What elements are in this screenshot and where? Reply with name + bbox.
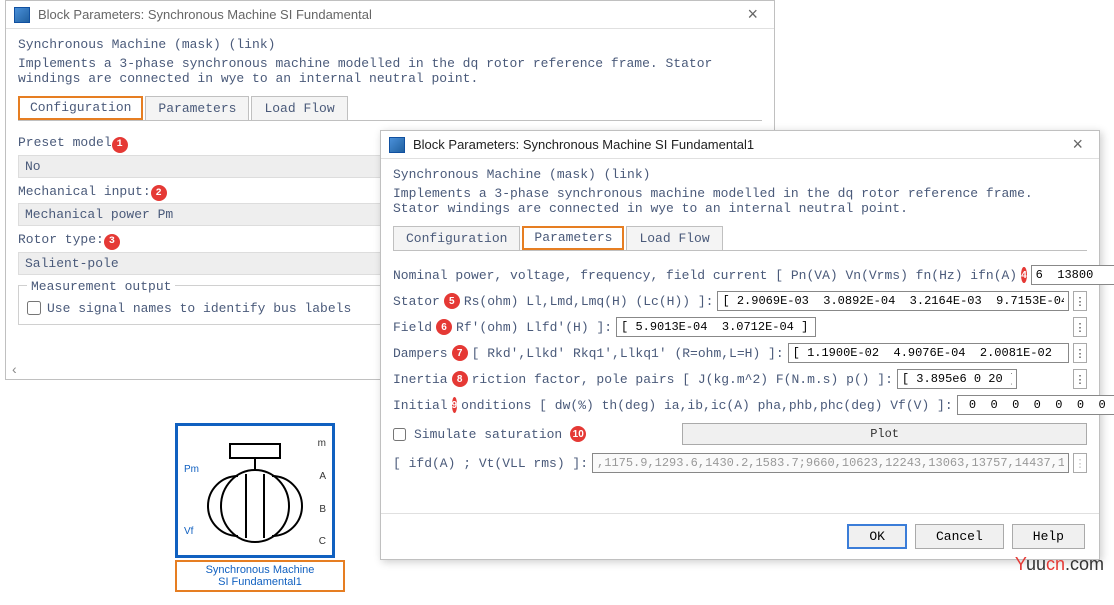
inertia-row: Inertia 8 riction factor, pole pairs [ J… xyxy=(393,369,1087,389)
ifdvt-row: [ ifd(A) ; Vt(VLL rms) ]: ⋮ xyxy=(393,453,1087,473)
port-a: A xyxy=(319,471,326,482)
badge-9: 9 xyxy=(452,397,458,413)
badge-8: 8 xyxy=(452,371,468,387)
description-1: Synchronous Machine (mask) (link) Implem… xyxy=(6,29,774,90)
dampers-row: Dampers 7 [ Rkd',Llkd' Rkq1',Llkq1' (R=o… xyxy=(393,343,1087,363)
close-icon[interactable]: × xyxy=(1064,134,1091,155)
block-label: Synchronous Machine SI Fundamental1 xyxy=(175,560,345,592)
badge-5: 5 xyxy=(444,293,460,309)
signal-names-checkbox[interactable] xyxy=(27,301,41,315)
field-row: Field 6 Rf'(ohm) Llfd'(H) ]: ⋮ xyxy=(393,317,1087,337)
simulate-saturation-label: Simulate saturation xyxy=(414,427,562,442)
cancel-button[interactable]: Cancel xyxy=(915,524,1004,549)
mask-header-1: Synchronous Machine (mask) (link) xyxy=(18,37,762,52)
menu-icon[interactable]: ⋮ xyxy=(1073,291,1087,311)
dampers-label1: Dampers xyxy=(393,346,448,361)
inertia-input[interactable] xyxy=(897,369,1017,389)
port-b: B xyxy=(319,504,326,515)
tabs-2: Configuration Parameters Load Flow xyxy=(393,226,1087,251)
ok-button[interactable]: OK xyxy=(847,524,907,549)
scroll-left-icon[interactable]: ‹ xyxy=(12,361,17,377)
help-button[interactable]: Help xyxy=(1012,524,1085,549)
menu-icon: ⋮ xyxy=(1073,453,1087,473)
badge-10: 10 xyxy=(570,426,586,442)
initial-input[interactable] xyxy=(957,395,1114,415)
ifdvt-label: [ ifd(A) ; Vt(VLL rms) ]: xyxy=(393,456,588,471)
stator-row: Stator 5 Rs(ohm) Ll,Lmd,Lmq(H) (Lc(H)) ]… xyxy=(393,291,1087,311)
tab-loadflow[interactable]: Load Flow xyxy=(251,96,347,120)
watermark: Yuucn.com xyxy=(1015,554,1104,575)
close-icon[interactable]: × xyxy=(739,4,766,25)
window-title-1: Block Parameters: Synchronous Machine SI… xyxy=(38,7,739,22)
dialog-block-params-2: Block Parameters: Synchronous Machine SI… xyxy=(380,130,1100,560)
measurement-legend: Measurement output xyxy=(27,279,175,294)
inertia-label1: Inertia xyxy=(393,372,448,387)
block-label-line1: Synchronous Machine xyxy=(179,564,341,576)
tab-parameters[interactable]: Parameters xyxy=(145,96,249,120)
description-2: Synchronous Machine (mask) (link) Implem… xyxy=(381,159,1099,220)
simulate-saturation-checkbox[interactable] xyxy=(393,428,406,441)
menu-icon[interactable]: ⋮ xyxy=(1073,369,1087,389)
block-icon: Pm Vf m A B C xyxy=(175,423,335,558)
inertia-label2: riction factor, pole pairs [ J(kg.m^2) F… xyxy=(472,372,893,387)
tab-parameters-2[interactable]: Parameters xyxy=(522,226,624,250)
port-m: m xyxy=(318,438,326,449)
window-title-2: Block Parameters: Synchronous Machine SI… xyxy=(413,137,1064,152)
nominal-row: Nominal power, voltage, frequency, field… xyxy=(393,265,1087,285)
signal-names-label: Use signal names to identify bus labels xyxy=(47,301,351,316)
app-icon xyxy=(389,137,405,153)
simulink-block[interactable]: Pm Vf m A B C Synchronous Machine SI Fun… xyxy=(175,423,345,592)
tab-body-params: Nominal power, voltage, frequency, field… xyxy=(381,251,1099,487)
stator-input[interactable] xyxy=(717,291,1069,311)
ifdvt-input xyxy=(592,453,1069,473)
badge-4: 4 xyxy=(1021,267,1027,283)
menu-icon[interactable]: ⋮ xyxy=(1073,343,1087,363)
dampers-label2: [ Rkd',Llkd' Rkq1',Llkq1' (R=ohm,L=H) ]: xyxy=(472,346,784,361)
badge-2: 2 xyxy=(151,185,167,201)
port-pm: Pm xyxy=(184,464,199,475)
titlebar-1: Block Parameters: Synchronous Machine SI… xyxy=(6,1,774,29)
machine-icon xyxy=(178,426,332,555)
port-vf: Vf xyxy=(184,526,193,537)
tab-configuration-2[interactable]: Configuration xyxy=(393,226,520,250)
tab-loadflow-2[interactable]: Load Flow xyxy=(626,226,722,250)
titlebar-2: Block Parameters: Synchronous Machine SI… xyxy=(381,131,1099,159)
plot-button[interactable]: Plot xyxy=(682,423,1087,445)
mask-header-2: Synchronous Machine (mask) (link) xyxy=(393,167,1087,182)
badge-6: 6 xyxy=(436,319,452,335)
stator-label2: Rs(ohm) Ll,Lmd,Lmq(H) (Lc(H)) ]: xyxy=(464,294,714,309)
saturation-row: Simulate saturation 10 Plot xyxy=(393,423,1087,445)
nominal-input[interactable] xyxy=(1031,265,1114,285)
app-icon xyxy=(14,7,30,23)
stator-label1: Stator xyxy=(393,294,440,309)
field-label1: Field xyxy=(393,320,432,335)
menu-icon[interactable]: ⋮ xyxy=(1073,317,1087,337)
nominal-label: Nominal power, voltage, frequency, field… xyxy=(393,268,1017,283)
tab-configuration[interactable]: Configuration xyxy=(18,96,143,120)
field-input[interactable] xyxy=(616,317,816,337)
block-label-line2: SI Fundamental1 xyxy=(179,576,341,588)
initial-label2: onditions [ dw(%) th(deg) ia,ib,ic(A) ph… xyxy=(461,398,952,413)
mask-desc-2: Implements a 3-phase synchronous machine… xyxy=(393,186,1087,216)
initial-label1: Initial xyxy=(393,398,448,413)
badge-7: 7 xyxy=(452,345,468,361)
tabs-1: Configuration Parameters Load Flow xyxy=(18,96,762,121)
dampers-input[interactable] xyxy=(788,343,1069,363)
dialog-buttons: OK Cancel Help xyxy=(381,513,1099,559)
mask-desc-1: Implements a 3-phase synchronous machine… xyxy=(18,56,762,86)
badge-3: 3 xyxy=(104,234,120,250)
field-label2: Rf'(ohm) Llfd'(H) ]: xyxy=(456,320,612,335)
initial-row: Initial 9 onditions [ dw(%) th(deg) ia,i… xyxy=(393,395,1087,415)
port-c: C xyxy=(319,536,326,547)
badge-1: 1 xyxy=(112,137,128,153)
